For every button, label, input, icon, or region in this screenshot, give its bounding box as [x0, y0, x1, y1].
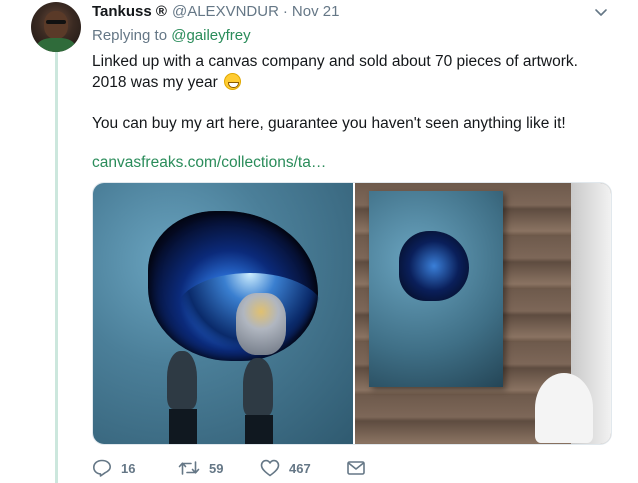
author-name[interactable]: Tankuss ®: [92, 3, 167, 20]
reply-button[interactable]: 16: [92, 459, 178, 477]
heart-icon: [260, 459, 280, 477]
astronaut-figure: [236, 293, 286, 355]
avatar[interactable]: [31, 2, 81, 52]
avatar-shirt: [37, 38, 75, 52]
retweet-button[interactable]: 59: [178, 459, 260, 477]
replying-to-prefix: Replying to: [92, 27, 168, 44]
media-image-astronaut-pothole[interactable]: [93, 183, 353, 444]
replying-to-mention[interactable]: @gaileyfrey: [171, 27, 250, 44]
direct-message-button[interactable]: [346, 459, 366, 477]
avatar-face: [44, 11, 68, 39]
left-leg: [169, 409, 197, 444]
tweet-text-line1: Linked up with a canvas company and sold…: [92, 53, 578, 91]
right-shoe: [243, 358, 273, 416]
tweet-actions: 16 59 467: [92, 458, 366, 478]
author-handle[interactable]: @ALEXVNDUR: [172, 3, 279, 20]
reply-icon: [93, 459, 111, 477]
right-leg: [245, 415, 273, 444]
like-button[interactable]: 467: [260, 459, 346, 477]
tweet-header: Tankuss ® @ALEXVNDUR · Nov 21: [92, 3, 339, 23]
thread-connector-line: [55, 52, 58, 483]
retweet-count: 59: [209, 460, 224, 476]
canvas-print: [369, 191, 503, 387]
retweet-icon: [178, 461, 200, 475]
avatar-glasses: [46, 20, 66, 24]
white-chair: [535, 373, 593, 443]
tweet-timestamp[interactable]: Nov 21: [292, 3, 340, 20]
tweet-link[interactable]: canvasfreaks.com/collections/ta…: [92, 154, 326, 172]
separator-dot: ·: [282, 3, 288, 20]
grinning-face-icon: [224, 73, 242, 90]
left-shoe: [167, 351, 197, 409]
envelope-icon: [347, 461, 365, 475]
like-count: 467: [289, 460, 311, 476]
tweet-media: [92, 182, 612, 445]
tweet-text-line2: You can buy my art here, guarantee you h…: [92, 115, 566, 132]
reply-count: 16: [121, 460, 136, 476]
replying-to-line: Replying to @gaileyfrey: [92, 27, 251, 44]
chevron-down-icon[interactable]: [593, 4, 609, 20]
media-image-canvas-mockup[interactable]: [355, 183, 611, 444]
canvas-pothole: [399, 231, 469, 301]
